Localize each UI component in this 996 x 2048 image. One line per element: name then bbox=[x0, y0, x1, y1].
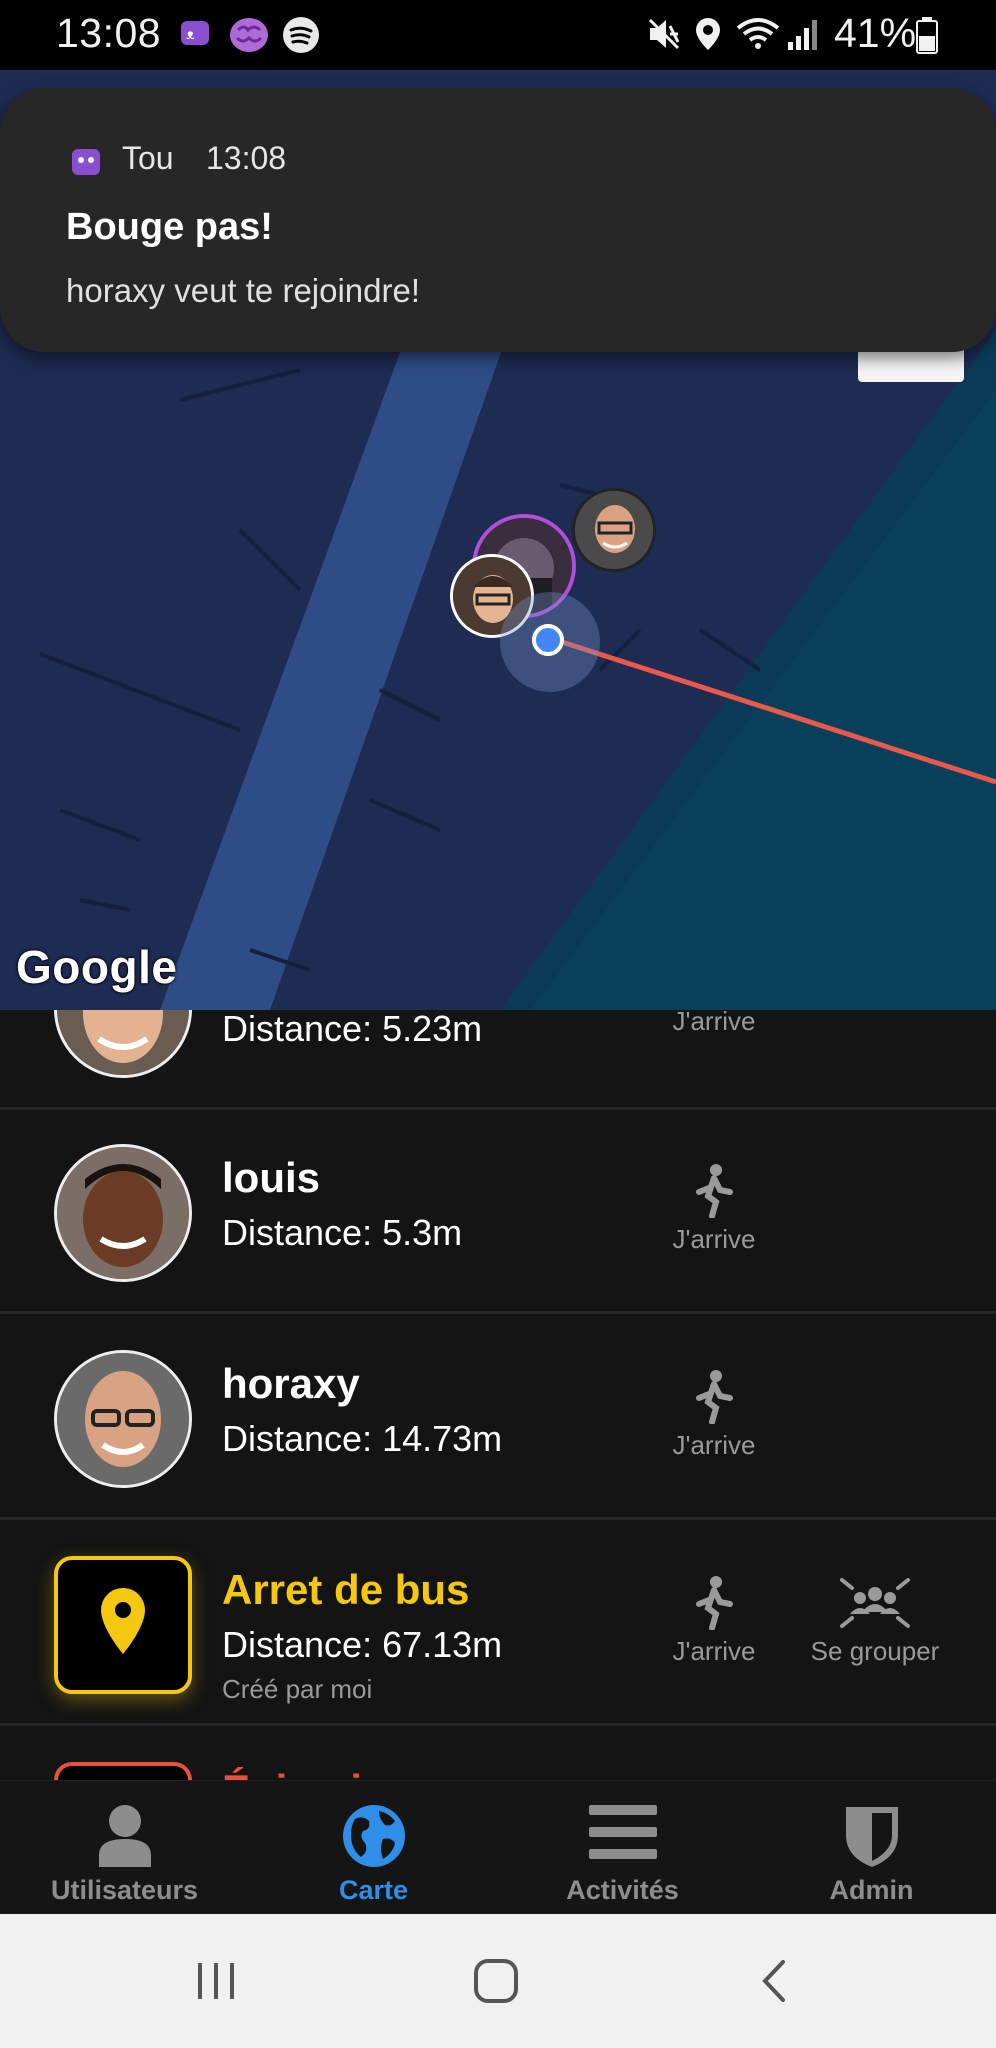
app-icon: ᴥ bbox=[178, 16, 212, 55]
group-icon bbox=[840, 1578, 910, 1628]
arrive-button[interactable]: J'arrive bbox=[656, 1010, 772, 1037]
arrive-button[interactable]: J'arrive bbox=[656, 1368, 772, 1461]
status-bar: 13:08 ᴥ 41% bbox=[0, 0, 996, 70]
home-button[interactable] bbox=[416, 1914, 576, 2048]
status-time: 13:08 bbox=[56, 10, 162, 56]
arrive-button[interactable]: J'arrive bbox=[656, 1162, 772, 1255]
place-marker-icon bbox=[54, 1556, 192, 1694]
globe-icon bbox=[342, 1805, 405, 1867]
battery-icon bbox=[916, 16, 938, 59]
nav-tab-map[interactable]: Carte bbox=[249, 1781, 498, 1915]
user-icon bbox=[98, 1805, 151, 1867]
nav-tab-admin[interactable]: Admin bbox=[747, 1781, 996, 1915]
user-name: louis bbox=[222, 1154, 321, 1201]
back-button[interactable] bbox=[694, 1914, 854, 2048]
mute-icon bbox=[646, 16, 682, 57]
brain-icon bbox=[228, 16, 270, 59]
group-label: Se grouper bbox=[810, 1636, 940, 1666]
arrive-label: J'arrive bbox=[672, 1224, 756, 1254]
nav-label: Utilisateurs bbox=[50, 1875, 199, 1905]
system-navigation-bar bbox=[0, 1914, 996, 2048]
battery-percent: 41% bbox=[834, 10, 917, 56]
group-button[interactable]: Se grouper bbox=[800, 1574, 950, 1667]
google-logo: Google bbox=[16, 941, 178, 993]
avatar bbox=[54, 1350, 192, 1488]
nav-label: Activités bbox=[566, 1875, 679, 1905]
notification-app-name: Tou bbox=[122, 140, 174, 176]
arrive-label: J'arrive bbox=[672, 1636, 756, 1666]
arrive-label: J'arrive bbox=[672, 1010, 756, 1036]
nav-label: Carte bbox=[338, 1875, 409, 1905]
walk-icon bbox=[696, 1576, 733, 1630]
people-list[interactable]: Distance: 5.23m J'arrive louis Distance:… bbox=[0, 1010, 996, 1780]
notification-body: horaxy veut te rejoindre! bbox=[66, 272, 421, 309]
avatar bbox=[54, 1144, 192, 1282]
recent-apps-button[interactable] bbox=[136, 1914, 296, 2048]
spotify-icon bbox=[282, 16, 320, 59]
arrive-button[interactable]: J'arrive bbox=[656, 1574, 772, 1667]
signal-icon bbox=[786, 16, 820, 57]
distance-text: Distance: 67.13m bbox=[222, 1624, 503, 1665]
place-marker-icon bbox=[54, 1762, 192, 1780]
list-item-place[interactable]: Arret de bus Distance: 67.13m Créé par m… bbox=[0, 1522, 996, 1726]
recent-apps-icon bbox=[198, 1963, 234, 1999]
my-location-dot bbox=[532, 624, 564, 656]
list-item[interactable]: Distance: 5.23m J'arrive bbox=[0, 1010, 996, 1110]
distance-text: Distance: 5.3m bbox=[222, 1212, 463, 1253]
nav-label: Admin bbox=[829, 1875, 914, 1905]
place-name: Épicerie bbox=[222, 1766, 385, 1780]
nav-tab-users[interactable]: Utilisateurs bbox=[0, 1781, 249, 1915]
arrive-label: J'arrive bbox=[672, 1430, 756, 1460]
notification-title: Bouge pas! bbox=[66, 206, 273, 248]
notification-card[interactable]: Tou 13:08 Bouge pas! horaxy veut te rejo… bbox=[0, 88, 996, 352]
walk-icon bbox=[696, 1370, 733, 1424]
walk-icon bbox=[696, 1164, 733, 1218]
list-item[interactable]: louis Distance: 5.3m J'arrive bbox=[0, 1110, 996, 1314]
shield-icon bbox=[845, 1807, 898, 1867]
menu-icon bbox=[588, 1805, 657, 1859]
distance-text: Distance: 14.73m bbox=[222, 1418, 503, 1459]
avatar bbox=[54, 1010, 192, 1078]
distance-text: Distance: 5.23m bbox=[222, 1010, 483, 1049]
home-icon bbox=[474, 1959, 518, 2003]
notification-time: 13:08 bbox=[206, 140, 287, 176]
user-name: horaxy bbox=[222, 1360, 360, 1407]
svg-text:ᴥ: ᴥ bbox=[186, 27, 195, 43]
user-marker-horaxy[interactable] bbox=[572, 488, 656, 572]
location-icon bbox=[694, 16, 722, 57]
back-icon bbox=[762, 1960, 785, 2002]
list-item-place[interactable]: Épicerie bbox=[0, 1728, 996, 1780]
notification-app-icon bbox=[70, 146, 102, 183]
place-name: Arret de bus bbox=[222, 1566, 470, 1613]
list-item[interactable]: horaxy Distance: 14.73m J'arrive bbox=[0, 1316, 996, 1520]
wifi-icon bbox=[736, 16, 780, 57]
nav-tab-activities[interactable]: Activités bbox=[498, 1781, 747, 1915]
creator-text: Créé par moi bbox=[222, 1674, 373, 1704]
bottom-navigation: Utilisateurs Carte Activités Admin bbox=[0, 1780, 996, 1915]
